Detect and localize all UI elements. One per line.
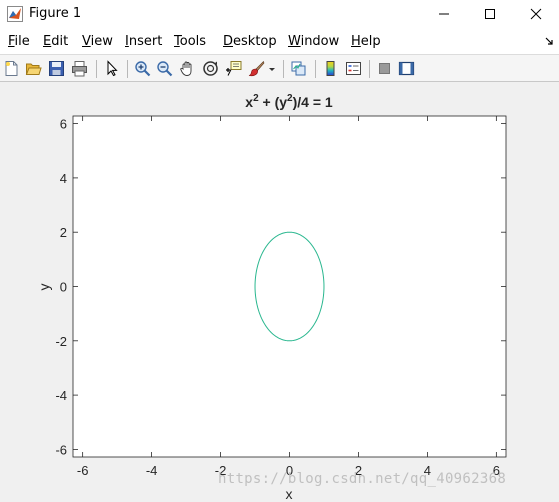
axes-box bbox=[72, 115, 507, 458]
open-file-button[interactable] bbox=[24, 59, 43, 78]
data-cursor-icon bbox=[226, 61, 242, 76]
y-tick-label: 4 bbox=[60, 171, 67, 186]
zoom-out-icon bbox=[157, 61, 173, 77]
data-cursor-button[interactable] bbox=[224, 59, 243, 78]
maximize-button[interactable] bbox=[467, 0, 513, 28]
x-tick-label: -4 bbox=[146, 463, 158, 478]
window-titlebar: Figure 1 bbox=[0, 0, 559, 28]
show-plot-tools-button[interactable] bbox=[397, 59, 416, 78]
y-tick-label: 2 bbox=[60, 225, 67, 240]
print-button[interactable] bbox=[70, 59, 89, 78]
legend-button[interactable] bbox=[344, 59, 363, 78]
brush-dropdown[interactable] bbox=[267, 59, 277, 78]
zoom-in-icon bbox=[135, 61, 151, 77]
menu-bar: File Edit View Insert Tools Desktop Wind… bbox=[0, 28, 559, 54]
show-plot-tools-icon bbox=[398, 61, 415, 76]
toolbar-separator bbox=[127, 60, 128, 78]
link-plot-button[interactable] bbox=[289, 59, 308, 78]
menu-insert[interactable]: Insert bbox=[125, 34, 162, 49]
minimize-icon bbox=[439, 13, 449, 15]
plot-title: x2 + (y2)/4 = 1 bbox=[245, 93, 333, 110]
window-title: Figure 1 bbox=[29, 6, 82, 21]
minimize-button[interactable] bbox=[421, 0, 467, 28]
menu-window[interactable]: Window bbox=[288, 34, 339, 49]
print-icon bbox=[72, 61, 87, 77]
menu-help[interactable]: Help bbox=[351, 34, 381, 49]
save-button[interactable] bbox=[47, 59, 66, 78]
x-tick-label: -6 bbox=[77, 463, 89, 478]
watermark: https://blog.csdn.net/qq_40962368 bbox=[218, 471, 507, 487]
y-tick-label: -6 bbox=[55, 442, 67, 457]
edit-plot-icon bbox=[107, 60, 118, 77]
menu-view[interactable]: View bbox=[82, 34, 113, 49]
y-tick-label: -2 bbox=[55, 334, 67, 349]
close-button[interactable] bbox=[513, 0, 559, 28]
brush-icon bbox=[248, 60, 265, 77]
menu-desktop[interactable]: Desktop bbox=[223, 34, 277, 49]
open-file-icon bbox=[25, 63, 42, 75]
hide-plot-tools-icon bbox=[379, 63, 390, 74]
menu-file[interactable]: File bbox=[8, 34, 30, 49]
colorbar-button[interactable] bbox=[321, 59, 340, 78]
brush-button[interactable] bbox=[247, 59, 266, 78]
hide-plot-tools-button[interactable] bbox=[375, 59, 394, 78]
toolbar-separator bbox=[369, 60, 370, 78]
save-icon bbox=[49, 61, 64, 76]
menu-edit[interactable]: Edit bbox=[43, 34, 68, 49]
pan-button[interactable] bbox=[178, 59, 197, 78]
toolbar-separator bbox=[283, 60, 284, 78]
brush-dropdown-icon bbox=[269, 68, 275, 71]
y-tick-label: -4 bbox=[55, 388, 67, 403]
close-icon bbox=[530, 8, 542, 20]
toolbar-separator bbox=[315, 60, 316, 78]
rotate-3d-button[interactable] bbox=[201, 59, 220, 78]
dock-arrow-icon[interactable] bbox=[544, 36, 554, 46]
link-plot-icon bbox=[291, 61, 306, 76]
x-axis-label: x bbox=[286, 486, 293, 502]
zoom-out-button[interactable] bbox=[155, 59, 174, 78]
pan-icon bbox=[180, 61, 192, 76]
maximize-icon bbox=[485, 9, 495, 19]
menu-tools[interactable]: Tools bbox=[174, 34, 206, 49]
y-axis-label: y bbox=[36, 284, 52, 291]
y-tick-label: 0 bbox=[60, 280, 67, 295]
new-figure-icon bbox=[5, 61, 18, 76]
plot-area[interactable]: x2 + (y2)/4 = 1 -6 -4 -2 0 2 4 6-6-4-20246 x y bbox=[0, 82, 559, 502]
colorbar-icon bbox=[326, 61, 335, 76]
figure-toolbar bbox=[0, 54, 559, 82]
new-figure-button[interactable] bbox=[2, 59, 21, 78]
rotate-3d-icon bbox=[203, 61, 218, 76]
legend-icon bbox=[346, 62, 361, 75]
zoom-in-button[interactable] bbox=[133, 59, 152, 78]
toolbar-separator bbox=[96, 60, 97, 78]
matlab-icon bbox=[7, 6, 23, 22]
edit-plot-button[interactable] bbox=[102, 59, 121, 78]
y-tick-label: 6 bbox=[60, 117, 67, 132]
